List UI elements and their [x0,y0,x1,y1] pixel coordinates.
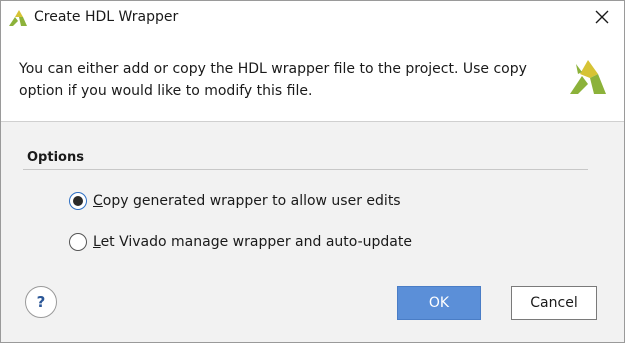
mnemonic: L [93,234,101,250]
radio-dot [73,196,83,206]
radio-label: Let Vivado manage wrapper and auto-updat… [93,234,412,250]
vivado-logo-icon [568,60,606,96]
close-icon [595,9,609,28]
mnemonic: C [93,193,103,209]
radio-copy-wrapper[interactable]: Copy generated wrapper to allow user edi… [69,190,401,212]
radio-label: Copy generated wrapper to allow user edi… [93,193,401,209]
radio-let-vivado-manage[interactable]: Let Vivado manage wrapper and auto-updat… [69,231,412,253]
options-heading: Options [27,150,84,165]
window-title: Create HDL Wrapper [34,9,179,25]
label-text: opy generated wrapper to allow user edit… [102,193,401,209]
radio-button[interactable] [69,233,87,251]
header-message: You can either add or copy the HDL wrapp… [19,61,527,99]
ok-button[interactable]: OK [397,286,481,320]
cancel-button[interactable]: Cancel [511,286,597,320]
help-button[interactable]: ? [25,286,57,318]
header-panel: You can either add or copy the HDL wrapp… [1,35,624,122]
radio-button[interactable] [69,192,87,210]
vivado-logo-icon [9,10,27,26]
title-bar: Create HDL Wrapper [1,1,624,35]
create-hdl-wrapper-dialog: Create HDL Wrapper You can either add or… [0,0,625,343]
close-button[interactable] [588,6,616,30]
label-text: et Vivado manage wrapper and auto-update [100,234,412,250]
options-divider [23,169,588,170]
